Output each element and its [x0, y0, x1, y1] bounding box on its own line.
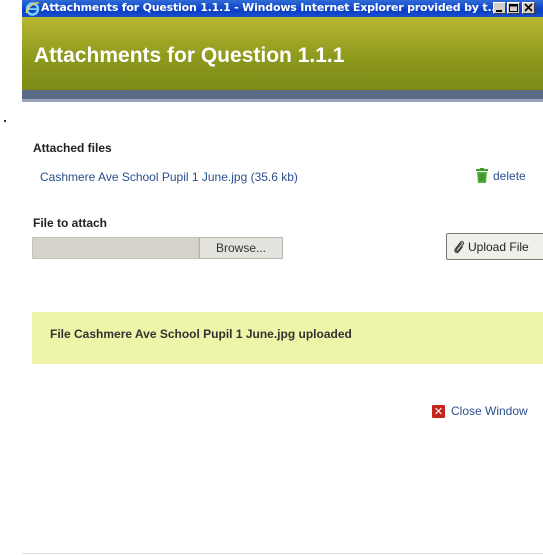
header-divider	[22, 90, 543, 99]
browse-button[interactable]: Browse...	[199, 237, 283, 259]
minimize-button[interactable]	[493, 2, 506, 14]
close-window-link[interactable]: ✕ Close Window	[432, 404, 528, 418]
delete-link[interactable]: delete	[475, 168, 526, 184]
close-button[interactable]	[522, 2, 535, 14]
attached-files-label: Attached files	[33, 141, 112, 155]
ie-icon	[25, 2, 40, 16]
page-header: Attachments for Question 1.1.1	[22, 17, 543, 90]
page-title: Attachments for Question 1.1.1	[34, 44, 345, 67]
paperclip-icon	[454, 240, 465, 253]
bottom-border	[22, 553, 543, 554]
trash-icon	[476, 168, 488, 183]
window-title: Attachments for Question 1.1.1 - Windows…	[41, 1, 500, 14]
file-to-attach-label: File to attach	[33, 216, 108, 230]
upload-file-label: Upload File	[468, 239, 529, 254]
minimize-icon	[496, 10, 502, 12]
delete-label: delete	[493, 169, 526, 183]
close-x-icon: ✕	[432, 404, 445, 418]
page-mark	[4, 120, 6, 122]
file-path-input[interactable]	[32, 237, 199, 259]
close-window-label: Close Window	[451, 404, 528, 418]
window-title-bar[interactable]: Attachments for Question 1.1.1 - Windows…	[22, 0, 543, 17]
maximize-button[interactable]	[507, 2, 520, 14]
upload-status-text: File Cashmere Ave School Pupil 1 June.jp…	[50, 327, 352, 341]
maximize-icon	[509, 4, 518, 12]
header-divider-light	[22, 99, 543, 102]
upload-status-message: File Cashmere Ave School Pupil 1 June.jp…	[32, 312, 543, 364]
attached-file-link[interactable]: Cashmere Ave School Pupil 1 June.jpg (35…	[40, 170, 298, 184]
upload-file-button[interactable]: Upload File	[446, 233, 543, 260]
close-icon	[524, 3, 533, 12]
